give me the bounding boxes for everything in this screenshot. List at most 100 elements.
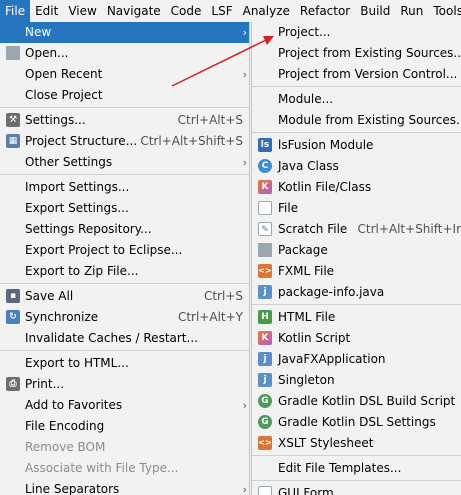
submenu-item-kotlin-file[interactable]: K Kotlin File/Class: [252, 177, 461, 198]
submenu-item-package[interactable]: Package: [252, 240, 461, 261]
java-file-icon: j: [258, 373, 272, 387]
java-class-icon: C: [258, 159, 272, 173]
submenu-item-kotlin-script[interactable]: K Kotlin Script: [252, 328, 461, 349]
menu-item-label: FXML File: [278, 264, 335, 278]
menu-separator: [252, 480, 461, 481]
menu-lsf[interactable]: LSF: [206, 0, 237, 22]
menu-tools[interactable]: Tools: [428, 0, 461, 22]
menu-item-settings-repository[interactable]: Settings Repository...: [0, 219, 249, 240]
new-submenu: Project... Project from Existing Sources…: [251, 22, 461, 495]
menu-item-label: Package: [278, 243, 328, 257]
shortcut-label: Ctrl+Alt+Y: [177, 310, 243, 324]
menu-item-label: Line Separators: [25, 482, 120, 495]
fxml-file-icon: <>: [258, 264, 272, 278]
menu-build[interactable]: Build: [355, 0, 395, 22]
menu-item-other-settings[interactable]: Other Settings ›: [0, 152, 249, 173]
menu-item-settings[interactable]: ⚒ Settings... Ctrl+Alt+S: [0, 110, 249, 131]
menu-item-export-settings[interactable]: Export Settings...: [0, 198, 249, 219]
menu-item-open-recent[interactable]: Open Recent ›: [0, 64, 249, 85]
submenu-item-fxml-file[interactable]: <> FXML File: [252, 261, 461, 282]
shortcut-label: Ctrl+S: [203, 289, 243, 303]
submenu-item-gradle-build-script[interactable]: G Gradle Kotlin DSL Build Script: [252, 391, 461, 412]
menu-item-close-project[interactable]: Close Project: [0, 85, 249, 106]
submenu-item-edit-file-templates[interactable]: Edit File Templates...: [252, 458, 461, 479]
menu-item-label: Associate with File Type...: [25, 461, 179, 475]
menu-item-label: lsFusion Module: [278, 138, 374, 152]
menu-item-label: Settings...: [25, 113, 86, 127]
menu-analyze[interactable]: Analyze: [238, 0, 295, 22]
project-structure-icon: ▦: [6, 134, 20, 148]
menu-item-label: Other Settings: [25, 155, 113, 169]
menu-file[interactable]: File: [0, 0, 31, 22]
menu-navigate[interactable]: Navigate: [102, 0, 166, 22]
menu-item-export-zip[interactable]: Export to Zip File...: [0, 261, 249, 282]
menu-separator: [252, 86, 461, 87]
menu-item-label: Close Project: [25, 88, 103, 102]
menu-edit[interactable]: Edit: [30, 0, 63, 22]
xslt-file-icon: <>: [258, 436, 272, 450]
menu-item-file-encoding[interactable]: File Encoding: [0, 416, 249, 437]
menu-item-save-all[interactable]: ▪ Save All Ctrl+S: [0, 286, 249, 307]
submenu-item-package-info[interactable]: j package-info.java: [252, 282, 461, 303]
submenu-item-file[interactable]: File: [252, 198, 461, 219]
submenu-item-module-existing[interactable]: Module from Existing Sources...: [252, 110, 461, 131]
menu-item-label: XSLT Stylesheet: [278, 436, 374, 450]
lsfusion-icon: ls: [258, 138, 272, 152]
printer-icon: ⎙: [6, 377, 20, 391]
menu-item-label: Module...: [278, 92, 334, 106]
folder-icon: [6, 46, 20, 60]
file-menu-dropdown: New › Open... Open Recent › Close Projec…: [0, 22, 250, 495]
submenu-item-project[interactable]: Project...: [252, 22, 461, 43]
menu-item-print[interactable]: ⎙ Print...: [0, 374, 249, 395]
menu-item-export-eclipse[interactable]: Export Project to Eclipse...: [0, 240, 249, 261]
menu-item-label: HTML File: [278, 310, 336, 324]
submenu-item-gui-form[interactable]: GUI Form: [252, 483, 461, 495]
menu-item-associate-file-type[interactable]: Associate with File Type...: [0, 458, 249, 479]
menu-item-label: GUI Form: [278, 486, 334, 495]
menu-item-remove-bom[interactable]: Remove BOM: [0, 437, 249, 458]
menu-item-new[interactable]: New ›: [0, 22, 249, 43]
menu-view[interactable]: View: [63, 0, 101, 22]
menu-item-open[interactable]: Open...: [0, 43, 249, 64]
menu-code[interactable]: Code: [166, 0, 207, 22]
submenu-item-scratch-file[interactable]: ✎ Scratch File Ctrl+Alt+Shift+Ir: [252, 219, 461, 240]
menu-item-add-favorites[interactable]: Add to Favorites ›: [0, 395, 249, 416]
menu-item-label: Gradle Kotlin DSL Build Script: [278, 394, 456, 408]
submenu-arrow-icon: ›: [242, 26, 247, 39]
menu-item-line-separators[interactable]: Line Separators ›: [0, 479, 249, 495]
menu-item-label: Invalidate Caches / Restart...: [25, 331, 198, 345]
submenu-item-project-vcs[interactable]: Project from Version Control...: [252, 64, 461, 85]
menu-item-label: Java Class: [278, 159, 339, 173]
submenu-item-singleton[interactable]: j Singleton: [252, 370, 461, 391]
menu-item-label: Scratch File: [278, 222, 348, 236]
gradle-icon: G: [258, 394, 272, 408]
submenu-item-javafx-app[interactable]: j JavaFXApplication: [252, 349, 461, 370]
submenu-item-xslt-stylesheet[interactable]: <> XSLT Stylesheet: [252, 433, 461, 454]
submenu-item-gradle-settings[interactable]: G Gradle Kotlin DSL Settings: [252, 412, 461, 433]
menu-item-import-settings[interactable]: Import Settings...: [0, 177, 249, 198]
submenu-arrow-icon: ›: [242, 68, 247, 81]
menu-item-label: Export Settings...: [25, 201, 129, 215]
menu-item-project-structure[interactable]: ▦ Project Structure... Ctrl+Alt+Shift+S: [0, 131, 249, 152]
submenu-item-html-file[interactable]: H HTML File: [252, 307, 461, 328]
menu-run[interactable]: Run: [395, 0, 428, 22]
menu-item-label: Print...: [25, 377, 65, 391]
java-file-icon: j: [258, 285, 272, 299]
menu-item-invalidate-caches[interactable]: Invalidate Caches / Restart...: [0, 328, 249, 349]
submenu-item-project-existing[interactable]: Project from Existing Sources...: [252, 43, 461, 64]
submenu-item-java-class[interactable]: C Java Class: [252, 156, 461, 177]
menu-item-synchronize[interactable]: ↻ Synchronize Ctrl+Alt+Y: [0, 307, 249, 328]
submenu-item-lsfusion-module[interactable]: ls lsFusion Module: [252, 135, 461, 156]
wrench-icon: ⚒: [6, 113, 20, 127]
menu-refactor[interactable]: Refactor: [295, 0, 355, 22]
menu-item-label: Module from Existing Sources...: [278, 113, 461, 127]
menu-separator: [0, 283, 249, 284]
submenu-arrow-icon: ›: [242, 156, 247, 169]
kotlin-script-icon: K: [258, 331, 272, 345]
gradle-icon: G: [258, 415, 272, 429]
menu-item-export-html[interactable]: Export to HTML...: [0, 353, 249, 374]
menu-item-label: Singleton: [278, 373, 335, 387]
submenu-arrow-icon: ›: [242, 483, 247, 495]
menu-separator: [0, 350, 249, 351]
submenu-item-module[interactable]: Module...: [252, 89, 461, 110]
